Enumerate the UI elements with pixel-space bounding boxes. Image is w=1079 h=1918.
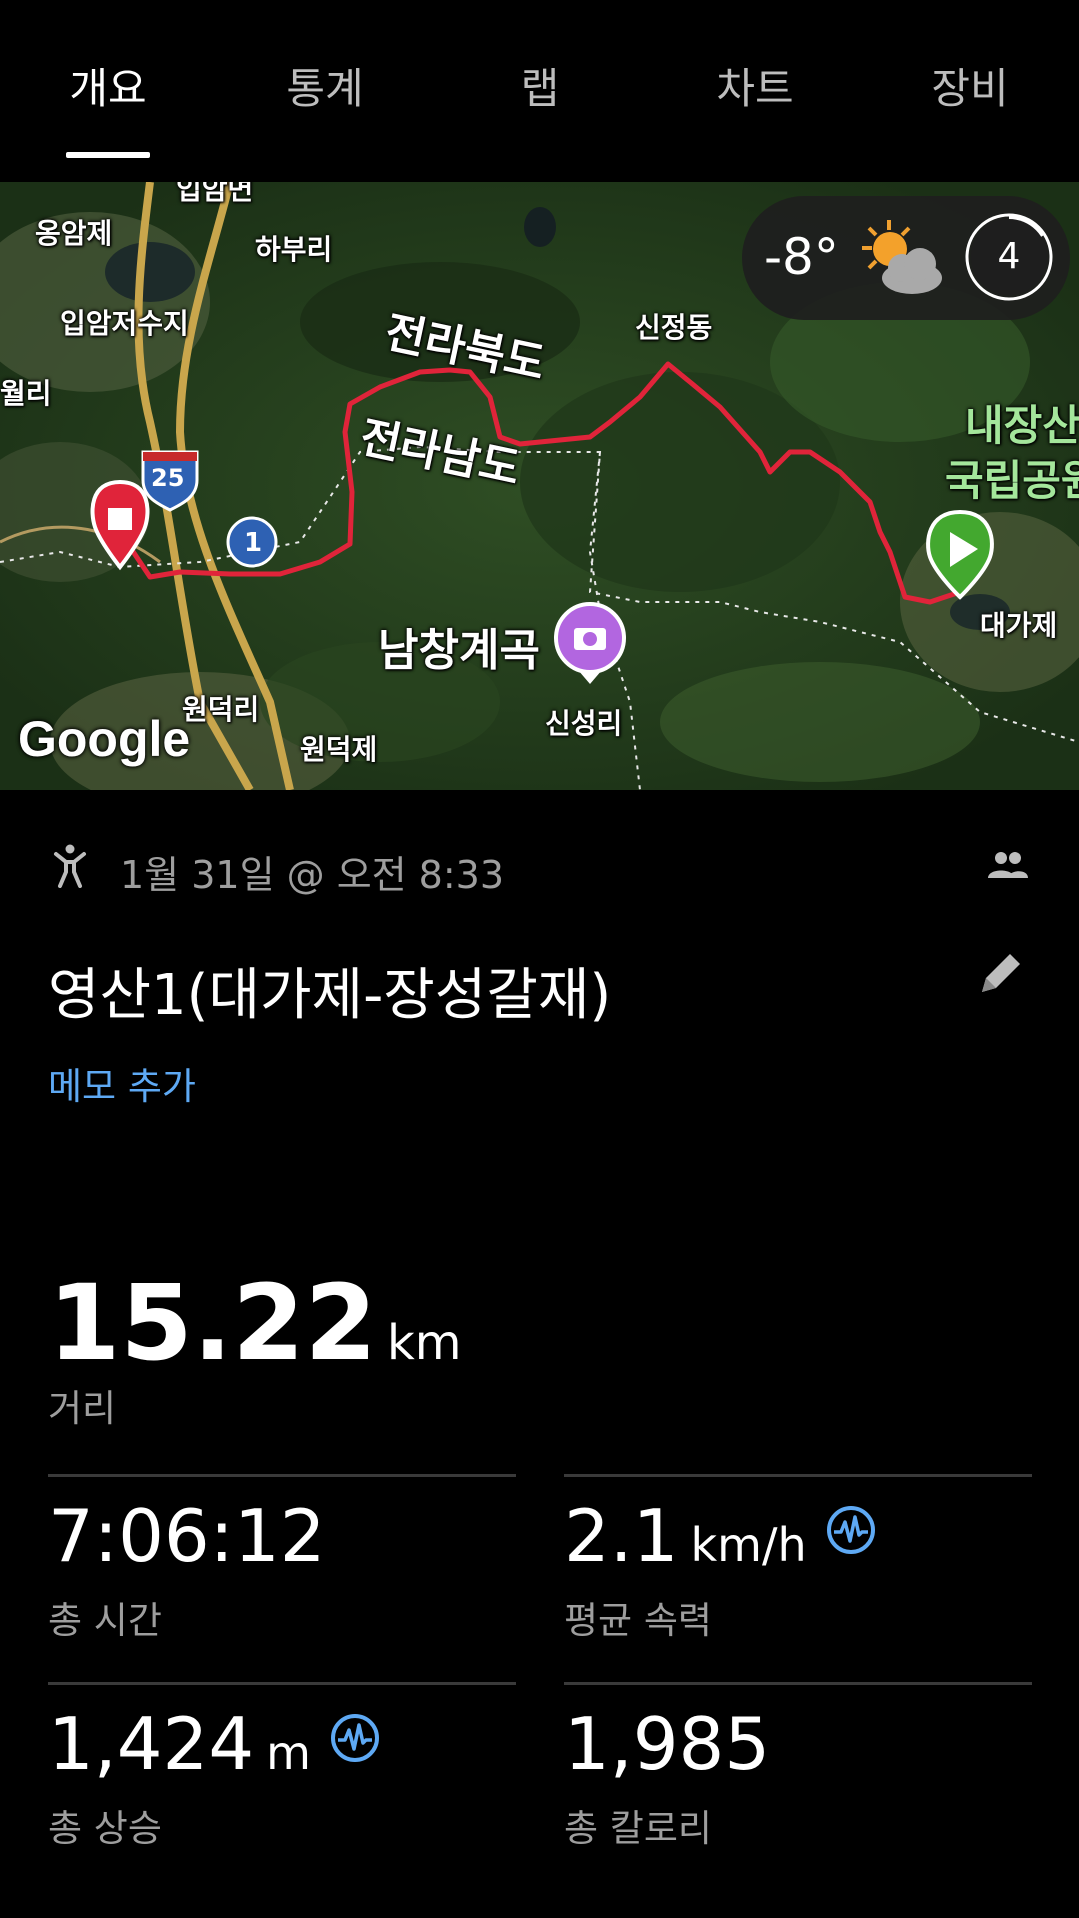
map-label-dagaje: 대가제 [980,609,1058,642]
stat-total-calories: 1,985 총 칼로리 [564,1702,771,1850]
hiking-person-icon [54,844,86,888]
distance-unit: km [386,1315,462,1371]
divider [48,1682,516,1685]
activity-datetime: 1월 31일 @ 오전 8:33 [120,853,505,897]
activity-meta-row: 1월 31일 @ 오전 8:33 [48,840,1028,897]
map-label-habuli: 하부리 [255,233,333,266]
map-label-okamje: 옹암제 [35,217,113,250]
divider [48,1474,516,1477]
map-label-sinjeongdong: 신정동 [635,311,713,344]
activity-title: 영산1(대가제-장성갈재) [48,963,612,1028]
total-ascent-label: 총 상승 [48,1807,162,1850]
partly-cloudy-sun-icon [862,220,942,294]
tab-overview[interactable]: 개요 [52,55,164,116]
national-road-label: 1 [244,528,263,558]
google-logo: Google [18,711,191,767]
map-label-wondeokje: 원덕제 [300,733,378,766]
map-label-naejangsan: 내장산 [965,401,1079,450]
tab-statistics[interactable]: 통계 [270,55,380,116]
map-label-ipam: 입암면 [176,182,254,206]
map-label-national-park: 국립공원 [945,456,1079,505]
avg-speed-value: 2.1 [564,1494,679,1578]
add-memo-link[interactable]: 메모 추가 [48,1056,196,1110]
stat-total-time: 7:06:12 총 시간 [48,1494,326,1642]
stat-total-ascent: 1,424 m 총 상승 [48,1702,380,1850]
temperature: -8° [764,228,839,286]
tab-bar: 개요 통계 랩 차트 장비 [0,0,1079,182]
highway-shield-label: 25 [151,464,185,492]
map-label-namchang: 남창계곡 [378,625,540,676]
total-calories-label: 총 칼로리 [564,1807,712,1850]
total-time-label: 총 시간 [48,1599,162,1642]
distance-value: 15.22 [48,1262,377,1384]
active-tab-indicator [66,152,150,158]
stat-avg-speed: 2.1 km/h 평균 속력 [564,1494,876,1642]
distance-stat: 15.22 km [48,1262,462,1384]
tab-laps[interactable]: 랩 [505,55,575,116]
map-label-sinseongri: 신성리 [545,707,623,740]
total-ascent-unit: m [266,1726,311,1780]
distance-label: 거리 [48,1387,117,1430]
map-label-wondeokri: 원덕리 [182,693,260,726]
route-map[interactable]: 입암면 옹암제 하부리 입암저수지 월리 전라북도 전라남도 신정동 내장산 국… [0,182,1079,790]
total-ascent-value: 1,424 [48,1702,255,1786]
map-label-ipamjeosuji: 입암저수지 [60,307,189,340]
tab-charts[interactable]: 차트 [700,55,810,116]
uv-index-value: 4 [997,236,1021,277]
heart-rate-pulse-icon[interactable] [826,1505,876,1555]
avg-speed-label: 평균 속력 [564,1599,712,1642]
tab-gear[interactable]: 장비 [915,55,1025,116]
total-calories-value: 1,985 [564,1702,771,1786]
heart-rate-pulse-icon[interactable] [330,1713,380,1763]
avg-speed-unit: km/h [690,1518,807,1572]
divider [564,1682,1032,1685]
divider [564,1474,1032,1477]
weather-widget[interactable]: -8° 4 [742,196,1070,320]
map-label-woldi: 월리 [0,377,52,410]
total-time-value: 7:06:12 [48,1494,326,1578]
group-people-icon[interactable] [988,850,1028,880]
edit-pencil-icon[interactable] [976,948,1026,998]
